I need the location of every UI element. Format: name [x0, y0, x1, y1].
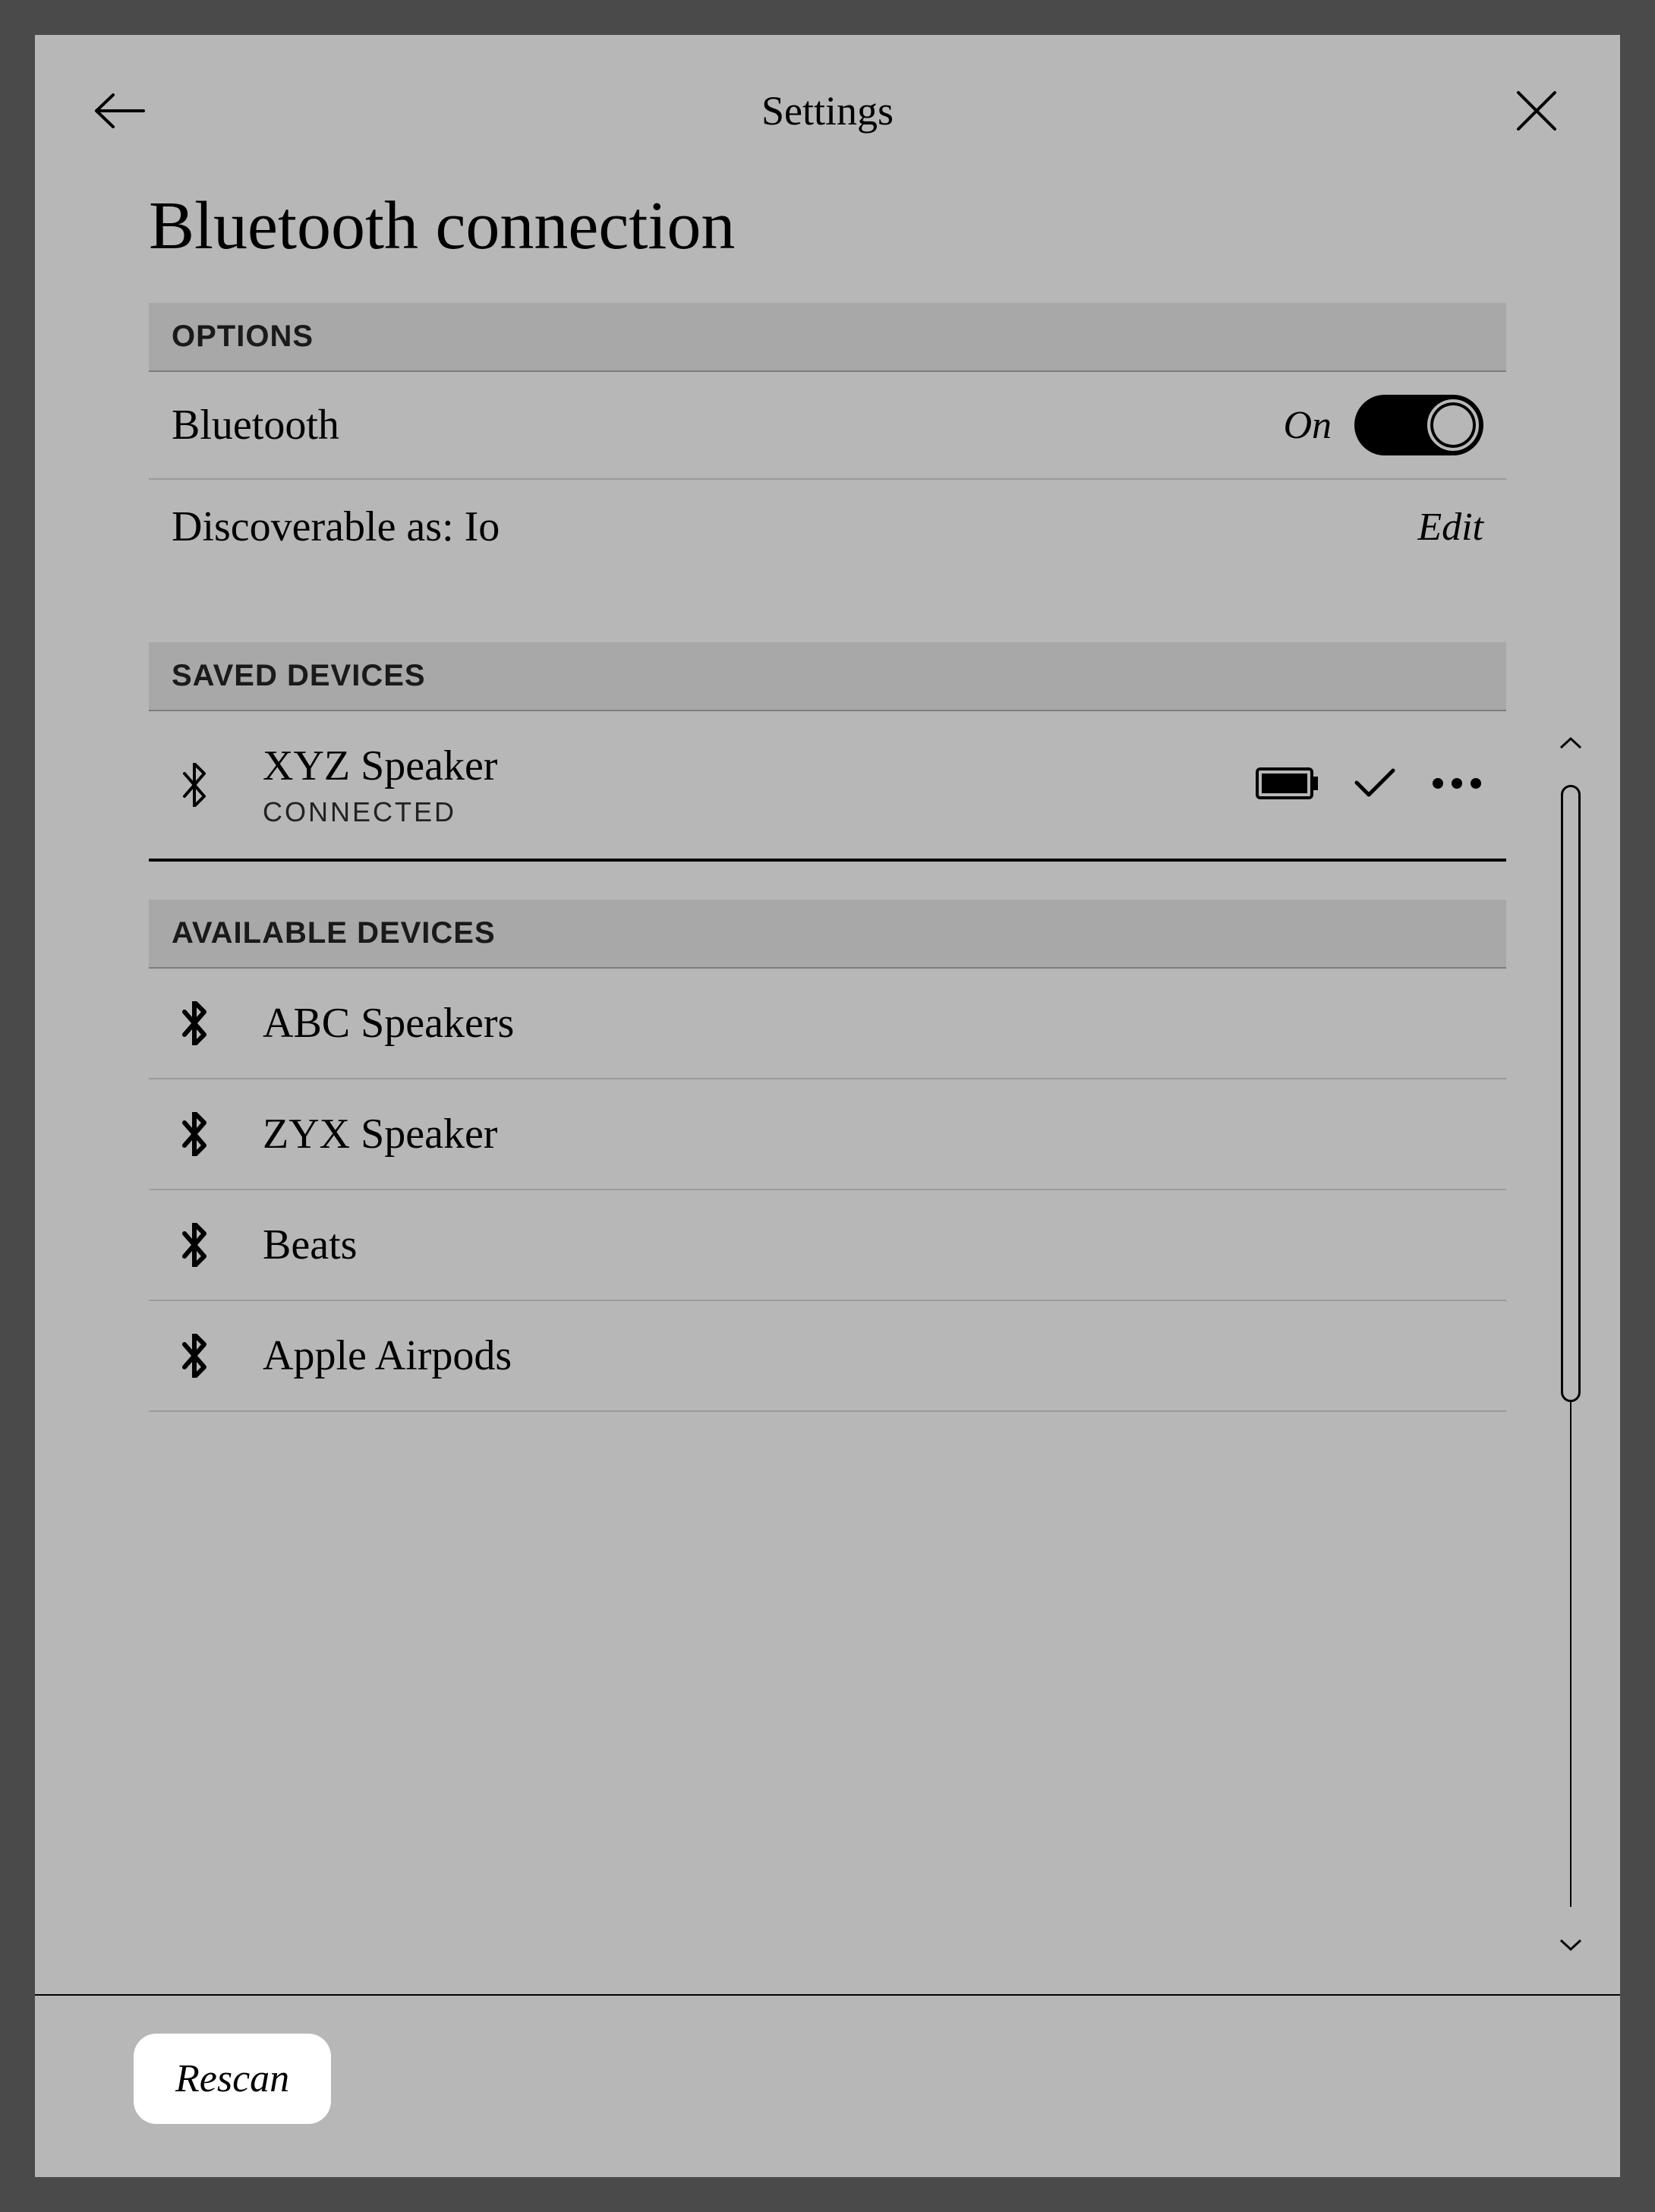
page-title: Bluetooth connection [35, 164, 1620, 303]
available-device-row[interactable]: Beats [149, 1190, 1506, 1301]
device-name: ABC Speakers [263, 999, 1483, 1048]
available-device-row[interactable]: ABC Speakers [149, 969, 1506, 1079]
scroll-thumb[interactable] [1561, 785, 1581, 1402]
device-name: ZYX Speaker [263, 1110, 1483, 1158]
chevron-up-icon [1558, 736, 1584, 751]
more-icon [1430, 777, 1483, 789]
section-header-options: OPTIONS [149, 303, 1506, 372]
edit-button[interactable]: Edit [1417, 505, 1483, 550]
bluetooth-icon [172, 1334, 217, 1378]
scroll-down-button[interactable] [1558, 1930, 1584, 1964]
more-button[interactable] [1430, 777, 1483, 793]
chevron-down-icon [1558, 1937, 1584, 1952]
bluetooth-toggle[interactable] [1354, 395, 1483, 455]
discoverable-row: Discoverable as: Io Edit [149, 480, 1506, 574]
available-device-row[interactable]: ZYX Speaker [149, 1079, 1506, 1190]
footer: Rescan [35, 1994, 1620, 2177]
scroll-up-button[interactable] [1558, 728, 1584, 762]
scroll-track[interactable] [1570, 785, 1571, 1907]
toggle-knob [1427, 399, 1479, 451]
scrollbar[interactable] [1556, 303, 1586, 1994]
device-name: Apple Airpods [263, 1331, 1483, 1380]
discoverable-label: Discoverable as: Io [172, 503, 500, 551]
rescan-button[interactable]: Rescan [134, 2034, 331, 2124]
device-name: XYZ Speaker [263, 742, 1210, 790]
device-status: CONNECTED [263, 796, 1210, 828]
check-icon [1354, 767, 1396, 803]
back-button[interactable] [88, 80, 149, 141]
arrow-left-icon [92, 92, 145, 130]
content-area: OPTIONS Bluetooth On Discoverable as: Io… [35, 303, 1620, 1994]
section-header-available: AVAILABLE DEVICES [149, 900, 1506, 969]
close-icon [1515, 90, 1558, 132]
titlebar-title: Settings [149, 87, 1506, 134]
battery-icon [1256, 767, 1319, 803]
bluetooth-label: Bluetooth [172, 401, 339, 449]
titlebar: Settings [35, 35, 1620, 164]
available-device-row[interactable]: Apple Airpods [149, 1301, 1506, 1412]
bluetooth-icon [172, 1112, 217, 1156]
bluetooth-state-text: On [1283, 403, 1332, 448]
bluetooth-icon [172, 1001, 217, 1045]
settings-window: Settings Bluetooth connection OPTIONS Bl… [35, 35, 1620, 2177]
saved-device-row[interactable]: XYZ Speaker CONNECTED [149, 711, 1506, 862]
device-name: Beats [263, 1221, 1483, 1269]
bluetooth-icon [172, 1223, 217, 1267]
bluetooth-toggle-row: Bluetooth On [149, 372, 1506, 480]
close-button[interactable] [1506, 80, 1567, 141]
section-header-saved: SAVED DEVICES [149, 642, 1506, 711]
bluetooth-icon [172, 763, 217, 807]
